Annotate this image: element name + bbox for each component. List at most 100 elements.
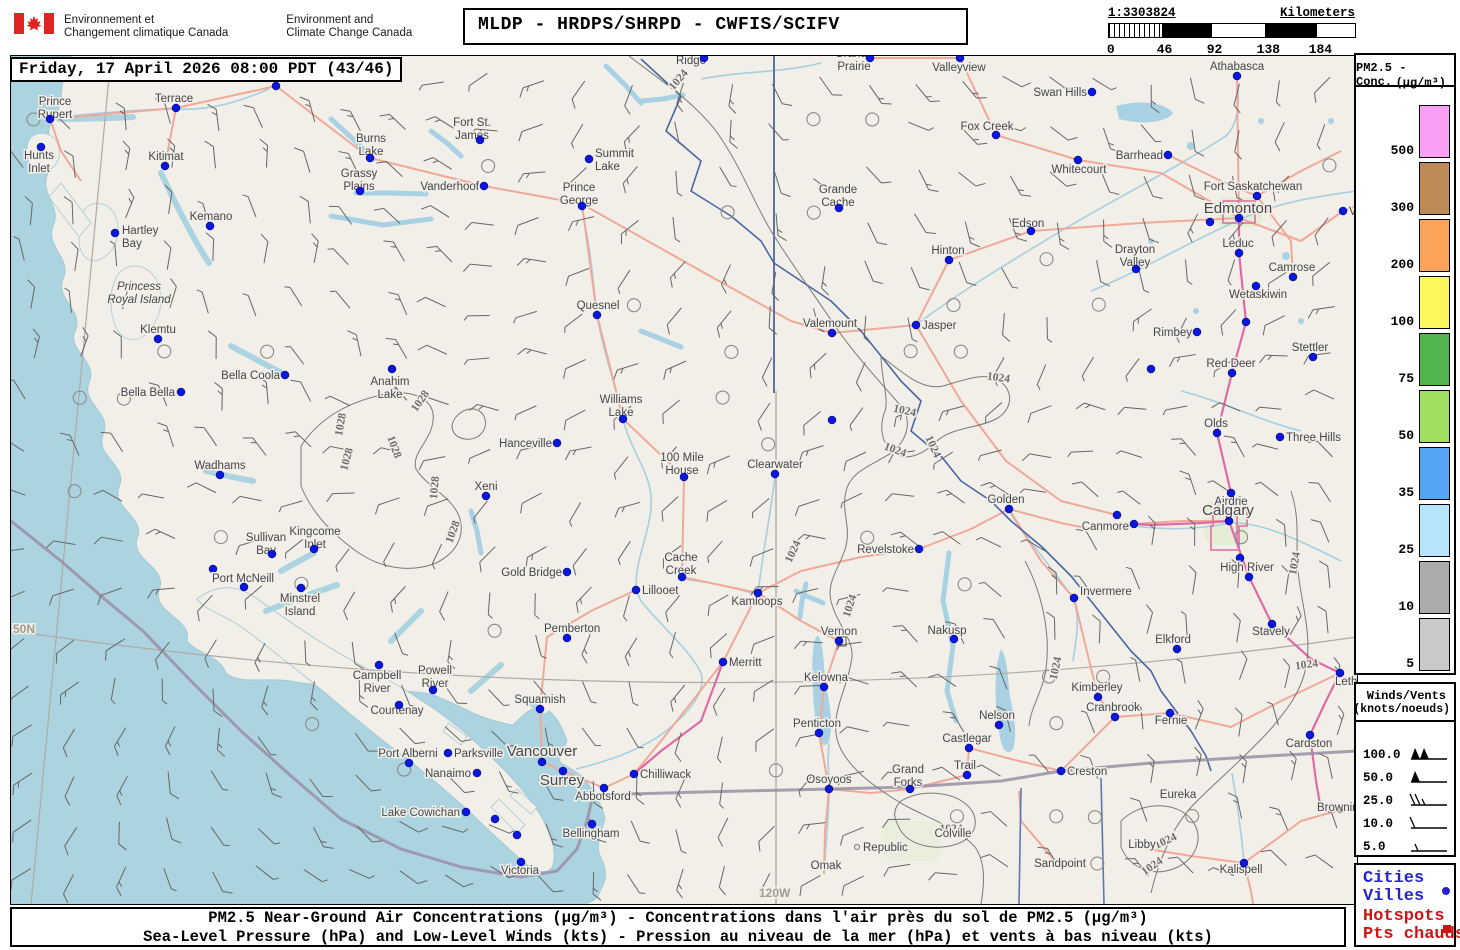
wind-speed-value: 25.0 [1363,794,1394,808]
city-label: Campbell [353,670,402,682]
city-marker [1267,619,1277,629]
city-label: Port Alberni [378,748,437,760]
city-dot-icon [1442,887,1450,895]
city-label: Vanderhoof [420,181,479,193]
city-label: Eureka [1160,789,1197,801]
city-label: Canmore [1082,521,1129,533]
city-label: Chilliwack [640,769,691,781]
city-marker [1026,226,1036,236]
city-label: High River [1220,562,1274,574]
city-label: Invermere [1080,586,1132,598]
city-label: Athabasca [1210,61,1265,73]
city-marker [45,114,55,124]
city-marker [428,685,438,695]
dept-name-en: Environment and Climate Change Canada [286,14,413,39]
city-label: Kingcome [289,526,340,538]
city-omak: Omak [809,859,843,874]
city-label: Fort Saskatchewan [1204,181,1302,193]
graticule-label: 50N [13,622,35,636]
city-marker [1234,248,1244,258]
city-marker [176,387,186,397]
city-marker [955,53,965,63]
city-prince-george: PrinceGeorge [558,181,600,211]
city-marker [718,657,728,667]
map-canvas[interactable]: 1028 1028 1028 1028 1028 1028 1024 1024 1024 1024… [0,41,1400,905]
city-marker [991,130,1001,140]
city-marker [558,766,568,776]
city-label: Swan Hills [1033,87,1087,99]
city-marker [827,415,837,425]
city-marker [1146,364,1156,374]
city-marker [1087,87,1097,97]
city-marker [1224,516,1234,526]
city-marker [827,328,837,338]
city-marker [699,53,709,63]
city-label: Kitimat [148,151,184,163]
city-fort-st-james: Fort St.James [452,116,492,145]
city-marker [962,770,972,780]
city-three-hills: Three Hills [1275,431,1343,446]
city-label: Hanceville [499,438,552,450]
wind-barb-icon [1411,771,1447,783]
legend-swatch-75 [1419,333,1450,386]
city-hanceville: Hanceville [497,437,562,452]
city-label: River [364,683,391,695]
city-marker [479,181,489,191]
city-label: Prince [563,182,596,194]
legend-swatch-10 [1419,561,1450,614]
city-label: Pemberton [544,623,600,635]
city-grande-cache: GrandeCache [817,183,859,213]
city-label: Colville [934,828,971,840]
city-100-mile-house: 100 MileHouse [659,451,705,482]
city-label: Elkford [1155,634,1191,646]
city-marker [834,636,844,646]
city-cache-creek: CacheCreek [663,551,699,582]
city-label: Nakusp [928,625,967,637]
weather-map: 10281028 10281028102810281024102410241024… [0,41,1400,905]
city-label: Lake Cowichan [381,807,460,819]
city-label: Sandpoint [1034,858,1087,870]
city-marker [171,103,181,113]
city-powell-river: PowellRiver [417,664,453,695]
city-label: Prince [39,96,72,108]
city-label: Lake [378,389,403,401]
city-label: Minstrel [280,593,320,605]
city-marker [481,491,491,501]
city-marker [949,634,959,644]
wind-speed-value: 10.0 [1363,817,1394,831]
city-marker [443,748,453,758]
city-marker [110,228,120,238]
city-label: Williams [600,394,643,406]
city-marker [1093,692,1103,702]
city-marker [584,154,594,164]
city-marker [1251,281,1261,291]
city-label: Kemano [190,211,233,223]
city-label: Red Deer [1206,358,1255,370]
wind-legend-row: 100.0 [1356,746,1454,766]
city-marker [1192,327,1202,337]
city-label: Kamloops [731,596,782,608]
wind-barb-icon [1411,748,1447,760]
city-marker [1172,644,1182,654]
city-marker [577,201,587,211]
wind-barb-icon [1411,843,1447,852]
city-label: Drayton [1115,244,1155,256]
city-marker [394,700,404,710]
city-label: Inlet [28,163,51,175]
city-marker [1275,432,1285,442]
city-label: Revelstoke [857,544,914,556]
isobar-label: 1028 [428,476,442,500]
city-colville: Colville [933,827,973,842]
city-label: Republic [863,842,908,854]
product-title: MLDP - HRDPS/SHRPD - CWFIS/SCIFV [478,15,840,35]
city-grande-prairie: GrandePrairie [833,47,874,75]
city-label: Three Hills [1286,432,1341,444]
scale-ratio: 1:3303824 [1108,6,1176,20]
city-label: Creston [1067,766,1107,778]
legend-swatch-5 [1419,618,1450,671]
city-label: Bella Bella [121,387,176,399]
city-label: Jasper [922,320,957,332]
city-marker [1073,155,1083,165]
city-label: Lake [595,161,620,173]
legend-value: 100 [1390,314,1414,329]
